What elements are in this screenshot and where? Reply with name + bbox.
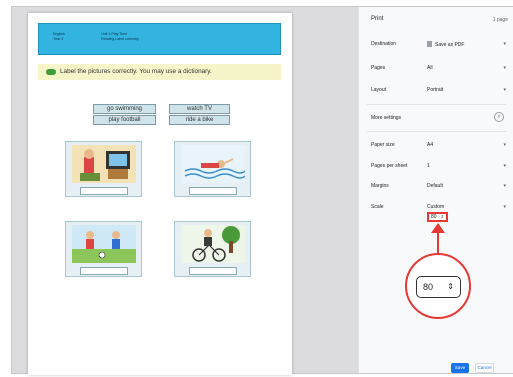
zoomed-scale-input[interactable]: 80 ⇕ bbox=[416, 276, 461, 298]
header-topic: Reading Label correctly bbox=[101, 37, 139, 41]
scale-input[interactable]: 80 ⇕ bbox=[427, 212, 448, 222]
document-icon bbox=[427, 41, 432, 47]
scale-select[interactable]: Custom bbox=[427, 204, 444, 210]
spinner-icon[interactable]: ⇕ bbox=[447, 277, 454, 297]
football-illustration bbox=[72, 225, 136, 263]
chevron-down-icon[interactable]: ▾ bbox=[503, 65, 506, 71]
header-left: English Year 3 bbox=[53, 32, 65, 42]
answer-box-1[interactable] bbox=[80, 187, 128, 195]
paper-size-label: Paper size bbox=[371, 142, 395, 148]
zoom-callout: 80 ⇕ bbox=[405, 253, 471, 319]
scale-input-value: 80 bbox=[431, 214, 437, 220]
chevron-up-icon[interactable]: ˄ bbox=[494, 112, 504, 122]
layout-select[interactable]: Portrait bbox=[427, 87, 443, 93]
margins-select[interactable]: Default bbox=[427, 183, 443, 189]
print-dialog: English Year 3 Unit 1 Play Time Reading … bbox=[11, 6, 513, 375]
header-right: Unit 1 Play Time Reading Label correctly bbox=[101, 32, 139, 42]
save-button[interactable]: Save bbox=[451, 363, 469, 373]
chevron-down-icon[interactable]: ▾ bbox=[503, 41, 506, 47]
spinner-icon[interactable]: ⇕ bbox=[441, 214, 444, 220]
chevron-down-icon[interactable]: ▾ bbox=[503, 163, 506, 169]
chevron-down-icon[interactable]: ▾ bbox=[503, 183, 506, 189]
header-year: Year 3 bbox=[53, 37, 64, 41]
destination-label: Destination bbox=[371, 41, 397, 47]
divider bbox=[367, 131, 506, 132]
margins-label: Margins bbox=[371, 183, 389, 189]
picture-watch-tv bbox=[65, 141, 142, 197]
word-box-watch-tv: watch TV bbox=[169, 104, 230, 114]
destination-value: Save as PDF bbox=[435, 42, 465, 48]
cancel-button[interactable]: Cancel bbox=[475, 363, 494, 373]
answer-box-2[interactable] bbox=[189, 187, 237, 195]
chevron-down-icon[interactable]: ▾ bbox=[503, 87, 506, 93]
picture-play-football bbox=[65, 221, 142, 277]
instruction-icon bbox=[46, 69, 56, 75]
word-box-ride-a-bike: ride a bike bbox=[169, 115, 230, 125]
instruction-bar: Label the pictures correctly. You may us… bbox=[38, 64, 281, 80]
answer-box-4[interactable] bbox=[189, 267, 237, 275]
zoomed-scale-value: 80 bbox=[423, 282, 434, 292]
paper-size-select[interactable]: A4 bbox=[427, 142, 433, 148]
print-preview: English Year 3 Unit 1 Play Time Reading … bbox=[12, 7, 358, 375]
chevron-down-icon[interactable]: ▾ bbox=[503, 142, 506, 148]
pages-per-sheet-select[interactable]: 1 bbox=[427, 163, 430, 169]
answer-box-3[interactable] bbox=[80, 267, 128, 275]
picture-ride-a-bike bbox=[174, 221, 251, 277]
watch-tv-illustration bbox=[72, 145, 136, 183]
worksheet-page: English Year 3 Unit 1 Play Time Reading … bbox=[28, 13, 292, 375]
word-box-go-swimming: go swimming bbox=[93, 104, 156, 114]
divider bbox=[367, 104, 506, 105]
more-settings-label[interactable]: More settings bbox=[371, 115, 401, 121]
page-count: 1 page bbox=[492, 17, 508, 23]
word-box-play-football: play football bbox=[93, 115, 156, 125]
layout-label: Layout bbox=[371, 87, 387, 93]
pages-label: Pages bbox=[371, 65, 386, 71]
pages-select[interactable]: All bbox=[427, 65, 433, 71]
destination-select[interactable]: Save as PDF bbox=[427, 41, 464, 48]
instruction-text: Label the pictures correctly. You may us… bbox=[60, 68, 212, 75]
bike-illustration bbox=[181, 225, 245, 263]
pages-per-sheet-label: Pages per sheet bbox=[371, 163, 408, 169]
swimming-illustration bbox=[181, 145, 245, 183]
print-settings-panel: Print 1 page Destination Save as PDF ▾ P… bbox=[358, 7, 513, 373]
print-title: Print bbox=[371, 16, 384, 22]
scale-label: Scale bbox=[371, 204, 384, 210]
chevron-down-icon[interactable]: ▾ bbox=[503, 204, 506, 210]
worksheet-header: English Year 3 Unit 1 Play Time Reading … bbox=[38, 23, 281, 55]
picture-go-swimming bbox=[174, 141, 251, 197]
